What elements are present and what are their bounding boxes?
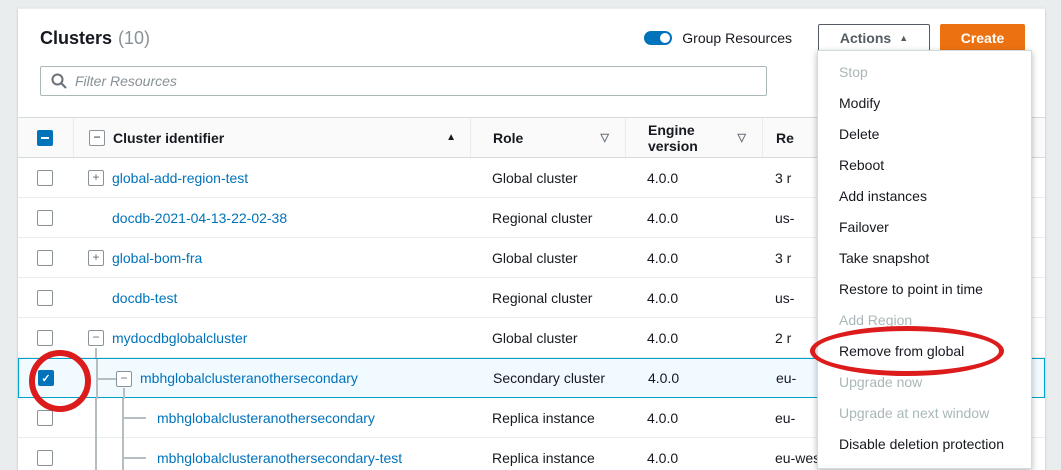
group-resources-toggle[interactable]	[644, 31, 672, 45]
chevron-up-icon: ▲	[899, 33, 908, 43]
filter-wrap	[40, 66, 767, 96]
actions-button[interactable]: Actions ▲	[818, 24, 930, 52]
menu-item-add-region: Add Region	[818, 305, 1031, 336]
role-cell: Global cluster	[470, 158, 625, 197]
menu-item-modify[interactable]: Modify	[818, 88, 1031, 119]
select-all-checkbox[interactable]	[37, 130, 53, 146]
tree-line	[95, 438, 97, 470]
role-cell: Replica instance	[470, 398, 625, 437]
menu-item-failover[interactable]: Failover	[818, 212, 1031, 243]
menu-item-delete[interactable]: Delete	[818, 119, 1031, 150]
collapse-icon[interactable]: −	[116, 371, 132, 387]
menu-item-restore-to-point-in-time[interactable]: Restore to point in time	[818, 274, 1031, 305]
cluster-link[interactable]: global-bom-fra	[112, 250, 202, 266]
engine-filter-icon[interactable]: ▽	[738, 131, 746, 144]
search-icon	[51, 73, 67, 89]
engine-cell: 4.0.0	[625, 438, 762, 470]
row-checkbox[interactable]	[37, 170, 53, 186]
role-cell: Regional cluster	[470, 198, 625, 237]
column-header-identifier[interactable]: Cluster identifier	[113, 130, 224, 146]
menu-item-upgrade-at-next-window: Upgrade at next window	[818, 398, 1031, 429]
column-header-engine[interactable]: Engine version	[648, 122, 738, 154]
row-checkbox[interactable]	[37, 450, 53, 466]
collapse-icon[interactable]: −	[88, 330, 104, 346]
column-header-region[interactable]: Re	[776, 130, 794, 146]
engine-cell: 4.0.0	[625, 238, 762, 277]
column-header-role[interactable]: Role	[493, 130, 523, 146]
menu-item-remove-from-global[interactable]: Remove from global	[818, 336, 1031, 367]
row-checkbox[interactable]	[37, 410, 53, 426]
cluster-link[interactable]: global-add-region-test	[112, 170, 248, 186]
role-cell: Regional cluster	[470, 278, 625, 317]
instance-link[interactable]: mbhglobalclusteranothersecondary	[157, 410, 375, 426]
expand-icon[interactable]: +	[88, 250, 104, 266]
filter-input[interactable]	[40, 66, 767, 96]
row-checkbox[interactable]	[37, 210, 53, 226]
menu-item-upgrade-now: Upgrade now	[818, 367, 1031, 398]
row-checkbox[interactable]	[37, 330, 53, 346]
group-resources-label: Group Resources	[682, 30, 792, 46]
create-button[interactable]: Create	[940, 24, 1025, 52]
tree-line	[122, 457, 146, 459]
tree-line	[95, 398, 97, 438]
cluster-link[interactable]: docdb-2021-04-13-22-02-38	[112, 210, 287, 226]
tree-line	[122, 417, 146, 419]
engine-cell: 4.0.0	[625, 198, 762, 237]
docdb-clusters-screen: Clusters (10) Group Resources Actions ▲ …	[0, 0, 1061, 470]
engine-cell: 4.0.0	[625, 158, 762, 197]
tree-line	[96, 378, 116, 380]
actions-dropdown-menu: Stop Modify Delete Reboot Add instances …	[817, 50, 1032, 469]
cluster-link[interactable]: mydocdbglobalcluster	[112, 330, 247, 346]
row-checkbox[interactable]	[37, 290, 53, 306]
resource-count: (10)	[118, 28, 150, 49]
menu-item-disable-deletion-protection[interactable]: Disable deletion protection	[818, 429, 1031, 460]
cluster-link[interactable]: docdb-test	[112, 290, 177, 306]
role-filter-icon[interactable]: ▽	[601, 131, 609, 144]
title-row: Clusters (10) Group Resources Actions ▲ …	[40, 23, 1025, 53]
role-cell: Global cluster	[470, 318, 625, 357]
instance-link[interactable]: mbhglobalclusteranothersecondary-test	[157, 450, 402, 466]
role-cell: Global cluster	[470, 238, 625, 277]
menu-item-stop: Stop	[818, 57, 1031, 88]
role-cell: Replica instance	[470, 438, 625, 470]
menu-item-reboot[interactable]: Reboot	[818, 150, 1031, 181]
engine-cell: 4.0.0	[625, 398, 762, 437]
engine-cell: 4.0.0	[626, 359, 763, 397]
sort-ascending-icon[interactable]: ▲	[446, 132, 456, 143]
row-checkbox[interactable]	[37, 250, 53, 266]
page-title: Clusters	[40, 28, 112, 49]
row-checkbox-checked[interactable]	[38, 370, 54, 386]
actions-button-label: Actions	[840, 30, 891, 46]
cluster-link[interactable]: mbhglobalclusteranothersecondary	[140, 370, 358, 386]
role-cell: Secondary cluster	[471, 359, 626, 397]
menu-item-add-instances[interactable]: Add instances	[818, 181, 1031, 212]
tree-line	[122, 438, 124, 470]
collapse-all-icon[interactable]: −	[89, 130, 105, 146]
tree-line	[95, 348, 97, 358]
engine-cell: 4.0.0	[625, 278, 762, 317]
expand-icon[interactable]: +	[88, 170, 104, 186]
engine-cell: 4.0.0	[625, 318, 762, 357]
menu-item-take-snapshot[interactable]: Take snapshot	[818, 243, 1031, 274]
toggle-knob	[660, 33, 670, 43]
